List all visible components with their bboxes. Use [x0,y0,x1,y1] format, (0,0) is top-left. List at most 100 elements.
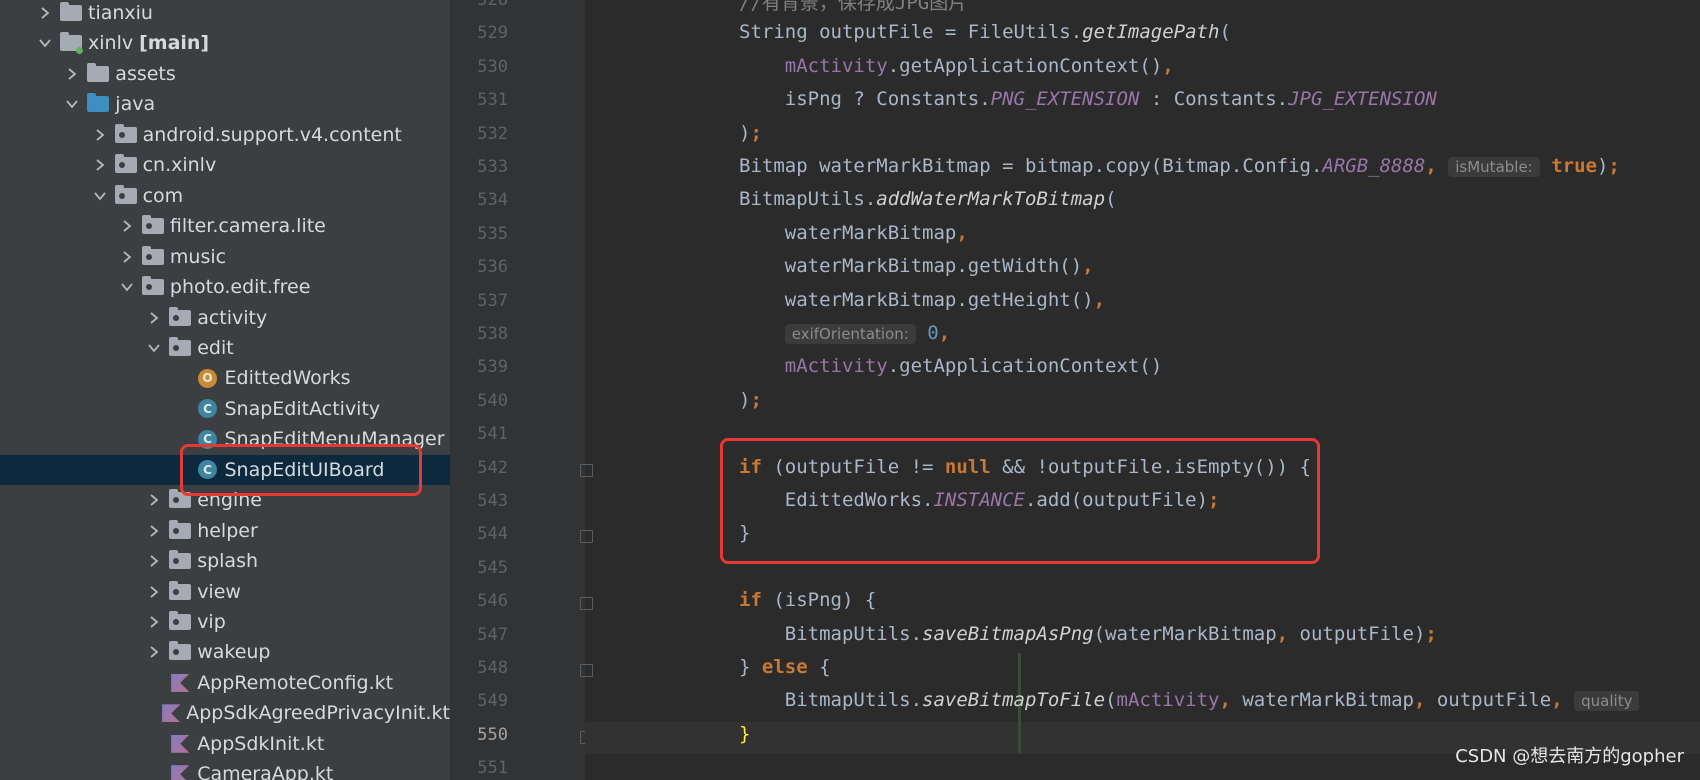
chevron-right-icon[interactable] [120,250,134,264]
line-number: 541 [477,424,508,445]
tree-item-snapeditactivity[interactable]: C SnapEditActivity [0,394,450,424]
code-line[interactable]: waterMarkBitmap, [739,222,968,244]
fold-marker-icon[interactable] [580,530,593,544]
resource-folder-icon [87,62,110,83]
chevron-down-icon[interactable] [93,189,107,203]
line-number: 550 [477,724,508,745]
tree-item-xinlv[interactable]: xinlv [main] [0,28,450,58]
tree-item-photo-edit-free[interactable]: photo.edit.free [0,272,450,302]
tree-item-music[interactable]: music [0,242,450,272]
chevron-right-icon[interactable] [65,67,79,81]
line-number: 547 [477,624,508,645]
code-line[interactable]: BitmapUtils.addWaterMarkToBitmap( [739,188,1117,210]
tree-item-helper[interactable]: helper [0,516,450,546]
tree-item-label: helper [197,519,258,542]
tree-item-label: music [169,245,227,268]
code-line[interactable]: exifOrientation: 0, [739,322,950,344]
chevron-right-icon[interactable] [147,645,161,659]
kotlin-object-icon: O [197,368,219,388]
line-number: 546 [477,591,508,612]
code-line[interactable]: Bitmap waterMarkBitmap = bitmap.copy(Bit… [739,155,1620,177]
chevron-right-icon[interactable] [147,311,161,325]
code-line[interactable]: ); [739,122,762,144]
chevron-right-icon[interactable] [147,615,161,629]
package-icon [169,550,192,570]
tree-item-edittedworks[interactable]: O EdittedWorks [0,363,450,393]
package-icon [141,245,164,266]
line-number: 534 [477,190,508,211]
line-number: 531 [477,90,508,111]
tree-item-edit[interactable]: edit [0,333,450,363]
code-line[interactable]: BitmapUtils.saveBitmapToFile(mActivity, … [739,689,1640,712]
tree-item-com[interactable]: com [0,181,450,211]
chevron-right-icon[interactable] [120,219,134,233]
tree-item-label: AppSdkAgreedPrivacyInit.kt [186,702,450,725]
kotlin-file-icon [169,734,191,753]
chevron-right-icon[interactable] [147,585,161,599]
code-line[interactable]: isPng ? Constants.PNG_EXTENSION : Consta… [739,88,1437,110]
tree-item-splash[interactable]: splash [0,546,450,576]
tree-item-cameraapp-kt[interactable]: CameraApp.kt [0,759,450,780]
code-line[interactable]: waterMarkBitmap.getWidth(), [739,255,1094,277]
chevron-right-icon[interactable] [93,128,107,142]
kotlin-file-icon [162,704,181,723]
code-line[interactable]: //有背景，保存成JPG图片 [739,0,967,15]
fold-marker-icon[interactable] [580,463,593,477]
tree-item-label: filter.camera.lite [169,215,326,238]
tree-item-label: assets [115,62,176,85]
code-line[interactable]: mActivity.getApplicationContext(), [739,55,1174,77]
line-number: 539 [477,357,508,378]
code-line[interactable]: ); [739,389,762,411]
chevron-down-icon[interactable] [120,280,134,294]
tree-item-label: splash [197,550,259,573]
code-line[interactable]: String outputFile = FileUtils.getImagePa… [739,21,1231,43]
code-line[interactable]: waterMarkBitmap.getHeight(), [739,289,1105,311]
code-line[interactable]: mActivity.getApplicationContext() [739,355,1163,377]
tree-item-android-support-v4-content[interactable]: android.support.v4.content [0,120,450,150]
tree-item-java[interactable]: java [0,89,450,119]
tree-item-appremoteconfig-kt[interactable]: AppRemoteConfig.kt [0,668,450,698]
chevron-down-icon[interactable] [65,97,79,111]
line-number: 538 [477,324,508,344]
package-icon [169,336,192,357]
tree-item-assets[interactable]: assets [0,59,450,89]
code-editor[interactable]: 528 529 530 531 532 533 534 535 536 537 538 539 540 5… [450,0,1700,780]
tree-item-tianxiu[interactable]: tianxiu [0,0,450,28]
chevron-right-icon[interactable] [147,524,161,538]
tree-item-view[interactable]: view [0,577,450,607]
chevron-down-icon[interactable] [38,36,52,50]
tree-item-label: com [142,184,184,207]
chevron-down-icon[interactable] [147,341,161,355]
tree-item-activity[interactable]: activity [0,303,450,333]
chevron-right-icon[interactable] [93,158,107,172]
package-icon [169,580,192,601]
line-number: 548 [477,658,508,678]
tree-item-label: cn.xinlv [142,154,217,177]
code-line[interactable]: BitmapUtils.saveBitmapAsPng(waterMarkBit… [739,623,1437,645]
chevron-right-icon[interactable] [38,6,52,20]
tree-item-filter-camera-lite[interactable]: filter.camera.lite [0,211,450,241]
tree-item-appsdkinit-kt[interactable]: AppSdkInit.kt [0,729,450,759]
tree-item-wakeup[interactable]: wakeup [0,637,450,667]
package-icon [141,276,164,296]
tree-item-vip[interactable]: vip [0,607,450,637]
tree-item-label: edit [197,336,234,359]
code-line[interactable]: if (isPng) { [739,589,876,611]
line-number: 549 [477,691,508,712]
fold-marker-icon[interactable] [580,664,593,677]
fold-marker-icon[interactable] [580,597,593,611]
tree-item-appsdkagreedprivacyinit-kt[interactable]: AppSdkAgreedPrivacyInit.kt [0,698,450,728]
chevron-right-icon[interactable] [147,493,161,507]
package-icon [169,306,192,327]
code-line[interactable]: } else { [739,656,831,678]
tree-item-cn-xinlv[interactable]: cn.xinlv [0,150,450,180]
source-folder-icon [87,93,110,113]
package-icon [114,154,137,174]
code-line[interactable]: } [739,723,750,745]
highlight-box-tree-item [180,444,422,496]
class-icon: C [197,399,219,419]
package-icon [141,215,164,235]
line-number: 537 [477,290,508,311]
tree-item-label: java [115,93,156,116]
chevron-right-icon[interactable] [147,554,161,568]
